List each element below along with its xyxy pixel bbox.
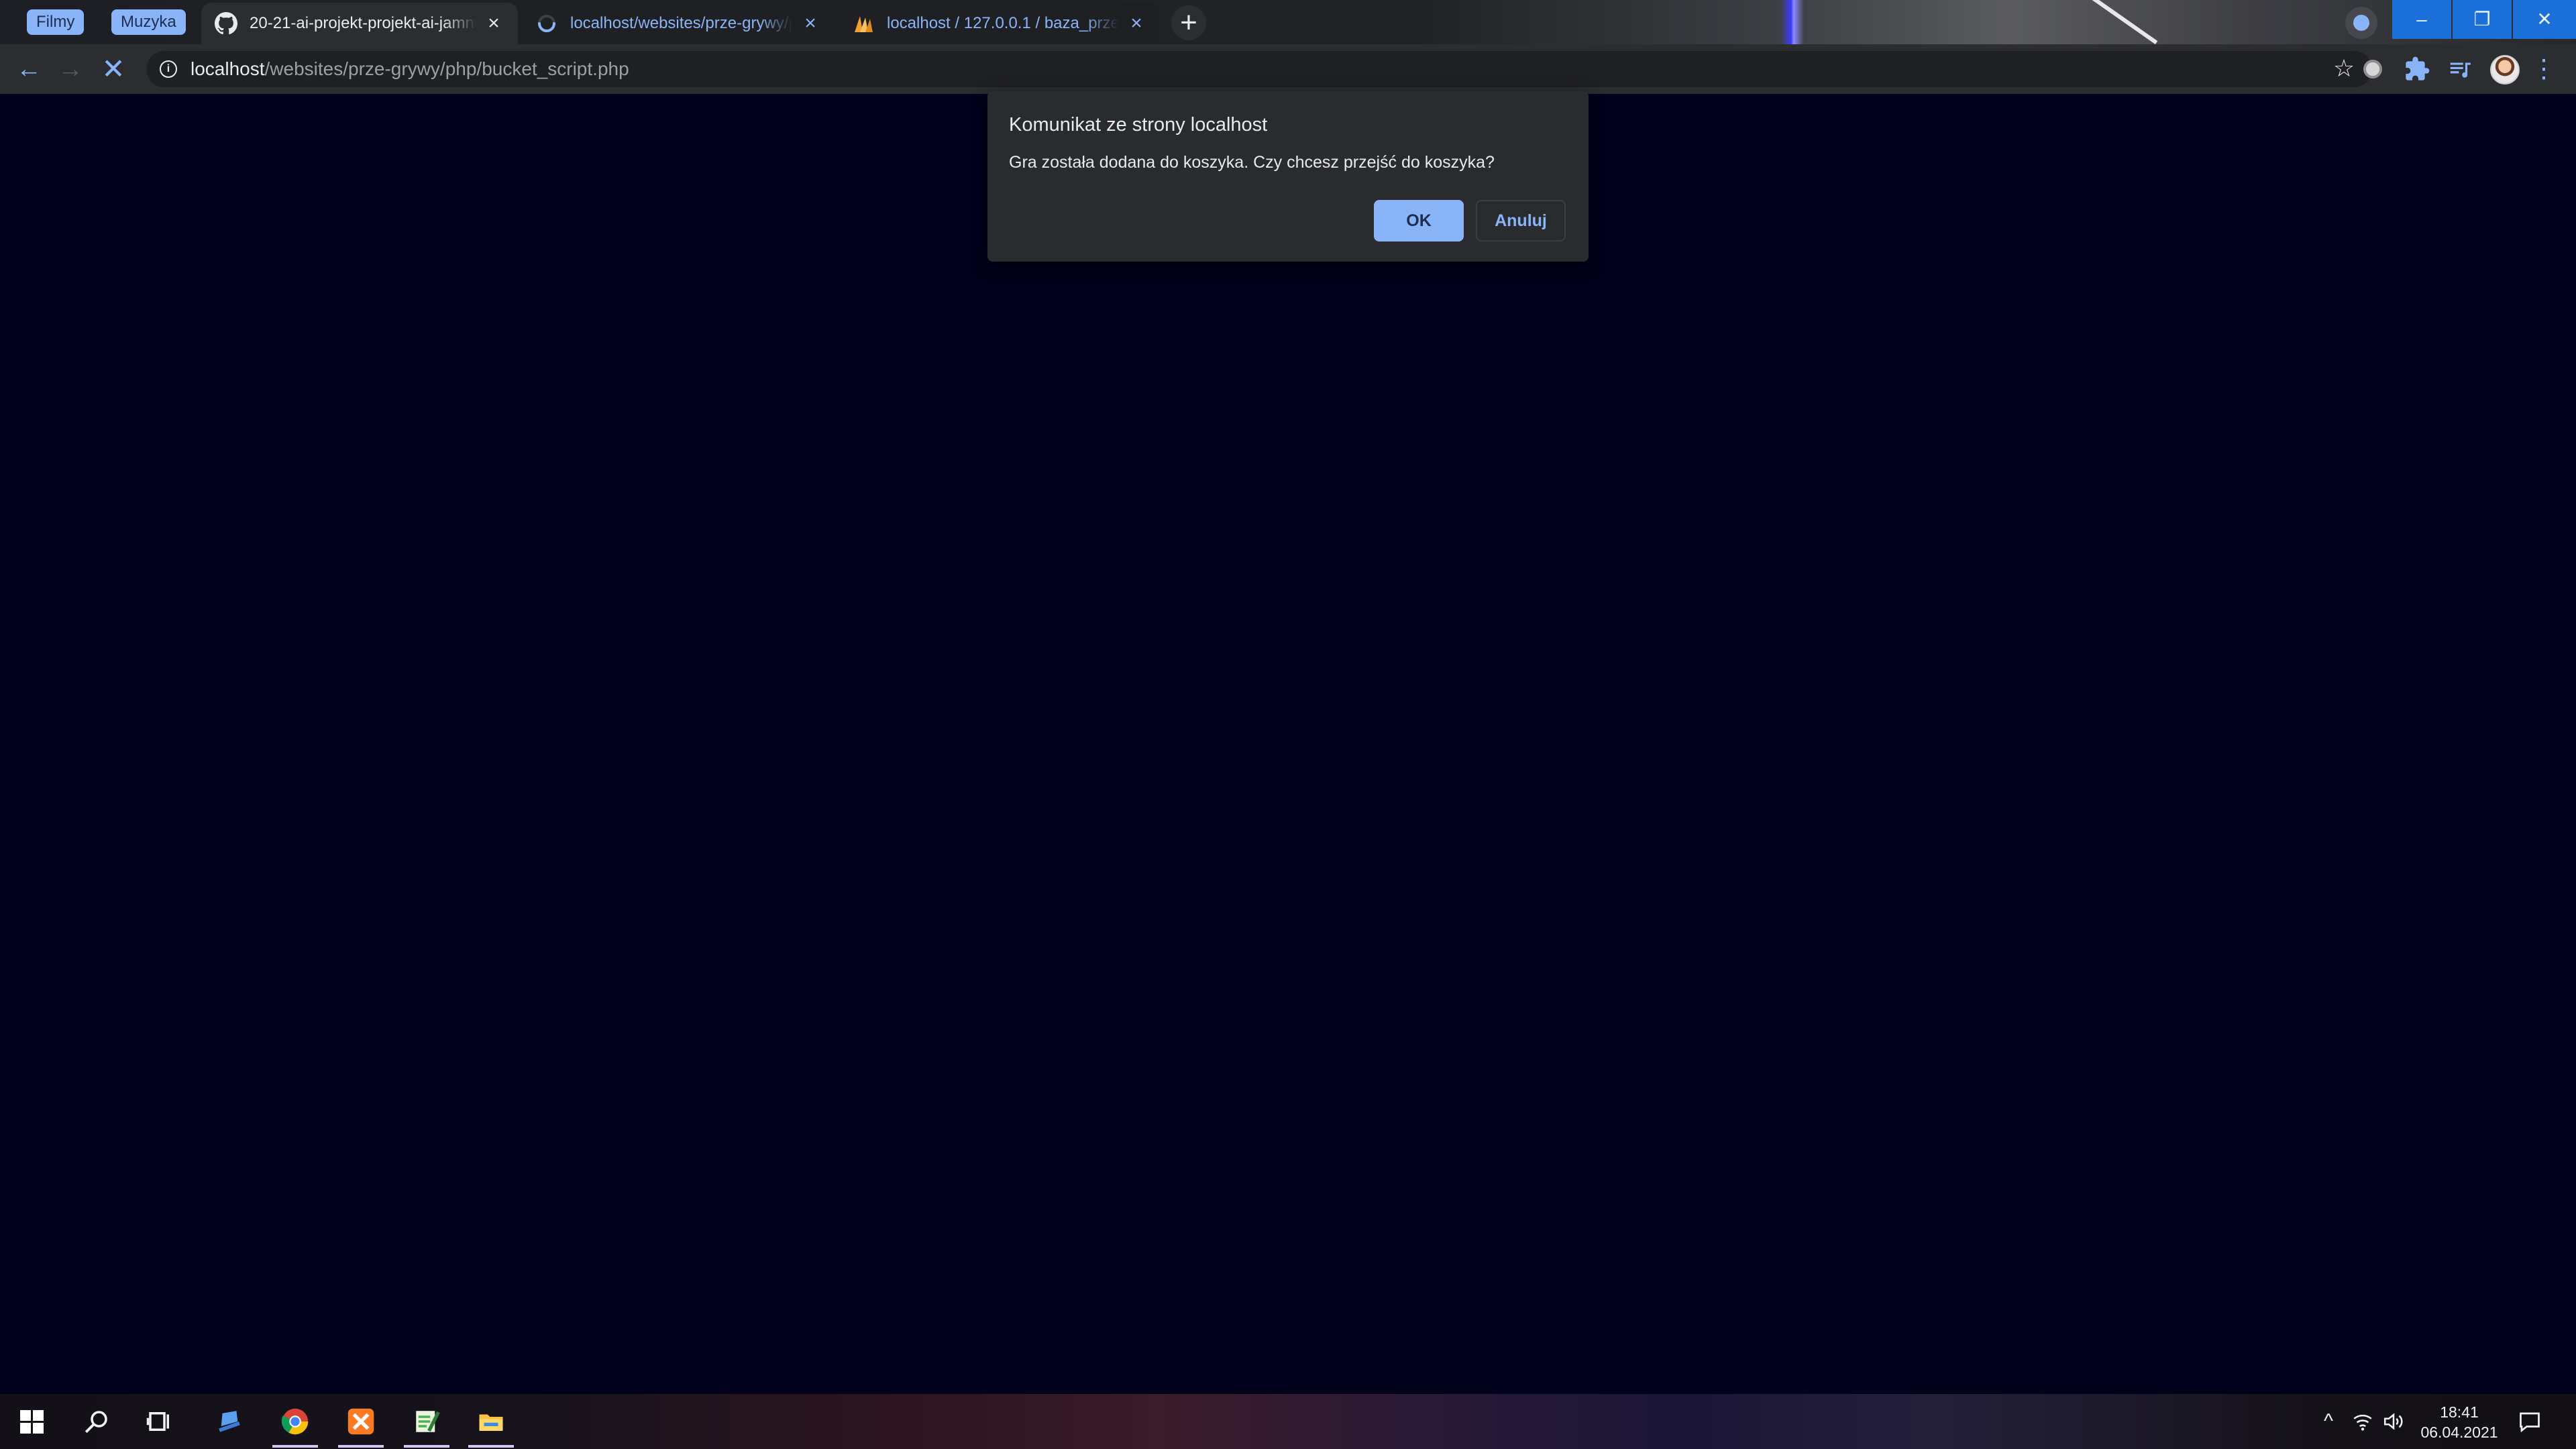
forward-arrow-icon[interactable]: → [55, 54, 86, 85]
running-indicator [338, 1445, 384, 1448]
tab-group-filmy[interactable]: Filmy [27, 9, 85, 35]
close-window-button[interactable]: ✕ [2513, 0, 2576, 39]
back-arrow-icon[interactable]: ← [13, 54, 44, 85]
loading-icon [538, 15, 555, 32]
dialog-message: Gra została dodana do koszyka. Czy chces… [1009, 153, 1495, 172]
tab-title: 20-21-ai-projekt-projekt-ai-jamnicy [250, 14, 476, 32]
clock-time: 18:41 [2440, 1403, 2479, 1421]
task-view-icon [146, 1412, 169, 1431]
tab-localhost[interactable]: localhost/websites/prze-grywy/php/bucket… [522, 3, 835, 44]
cancel-button[interactable]: Anuluj [1476, 200, 1566, 241]
xampp-icon[interactable] [329, 1394, 393, 1449]
github-icon [215, 12, 237, 35]
tab-phpmyadmin[interactable]: localhost / 127.0.0.1 / baza_przegrywy × [839, 3, 1161, 44]
url-text[interactable]: localhost/websites/prze-grywy/php/bucket… [191, 51, 629, 87]
alert-dialog: Komunikat ze strony localhost Gra został… [987, 91, 1589, 262]
notifications-icon[interactable] [2514, 1407, 2545, 1436]
new-tab-button[interactable]: + [1171, 5, 1206, 40]
tab-strip: Filmy Muzyka 20-21-ai-projekt-projekt-ai… [0, 0, 2576, 44]
page-content [0, 94, 2576, 1394]
chrome-icon[interactable] [263, 1394, 327, 1449]
kebab-menu-icon[interactable]: ⋮ [2530, 54, 2557, 85]
ok-button[interactable]: OK [1374, 200, 1464, 241]
address-bar[interactable]: i localhost/websites/prze-grywy/php/buck… [146, 51, 2372, 87]
puzzle-icon[interactable] [2402, 54, 2432, 85]
windows-logo-icon [20, 1410, 44, 1434]
running-indicator [468, 1445, 514, 1448]
url-host: localhost [191, 58, 265, 79]
system-clock[interactable]: 18:41 06.04.2021 [2414, 1401, 2505, 1444]
wallpaper-streak [2073, 0, 2158, 44]
tab-title: localhost / 127.0.0.1 / baza_przegrywy [887, 14, 1119, 32]
volume-icon[interactable] [2380, 1409, 2407, 1434]
browser-toolbar: ← → ✕ i localhost/websites/prze-grywy/ph… [0, 44, 2576, 94]
search-button[interactable] [64, 1394, 129, 1449]
dialog-title: Komunikat ze strony localhost [1009, 114, 1268, 136]
running-indicator [404, 1445, 449, 1448]
tab-title: localhost/websites/prze-grywy/php/bucket… [570, 14, 793, 32]
note-app-icon[interactable] [197, 1394, 262, 1449]
running-indicator [272, 1445, 318, 1448]
windows-taskbar: ^ 18:41 06.04.2021 [0, 1394, 2576, 1449]
network-icon[interactable] [2349, 1409, 2376, 1434]
phpmyadmin-icon [855, 16, 873, 32]
bookmark-star-icon[interactable]: ☆ [2330, 55, 2357, 82]
start-button[interactable] [0, 1394, 64, 1449]
task-view-button[interactable] [127, 1394, 192, 1449]
media-control-icon[interactable] [2445, 54, 2475, 85]
wallpaper-streak [1781, 0, 1804, 44]
url-path: /websites/prze-grywy/php/bucket_script.p… [264, 58, 629, 79]
clock-date: 06.04.2021 [2420, 1424, 2498, 1441]
search-icon [85, 1411, 107, 1434]
editor-icon[interactable] [394, 1394, 459, 1449]
chevron-up-icon[interactable]: ^ [2317, 1409, 2340, 1434]
profile-avatar[interactable] [2490, 55, 2520, 85]
tab-github[interactable]: 20-21-ai-projekt-projekt-ai-jamnicy × [201, 3, 518, 44]
file-explorer-icon[interactable] [459, 1394, 523, 1449]
tab-search-icon[interactable] [2345, 7, 2377, 39]
tab-close-icon[interactable]: × [1127, 13, 1146, 34]
stop-loading-icon[interactable]: ✕ [98, 54, 129, 85]
restore-button[interactable]: ❐ [2453, 0, 2512, 39]
minimize-button[interactable]: – [2392, 0, 2451, 39]
tab-group-muzyka[interactable]: Muzyka [111, 9, 186, 35]
tab-close-icon[interactable]: × [484, 13, 503, 34]
desktop-screen: Filmy Muzyka 20-21-ai-projekt-projekt-ai… [0, 0, 2576, 1449]
extension-icon[interactable] [2357, 54, 2388, 85]
site-info-icon[interactable]: i [160, 60, 177, 78]
tab-close-icon[interactable]: × [801, 13, 820, 34]
